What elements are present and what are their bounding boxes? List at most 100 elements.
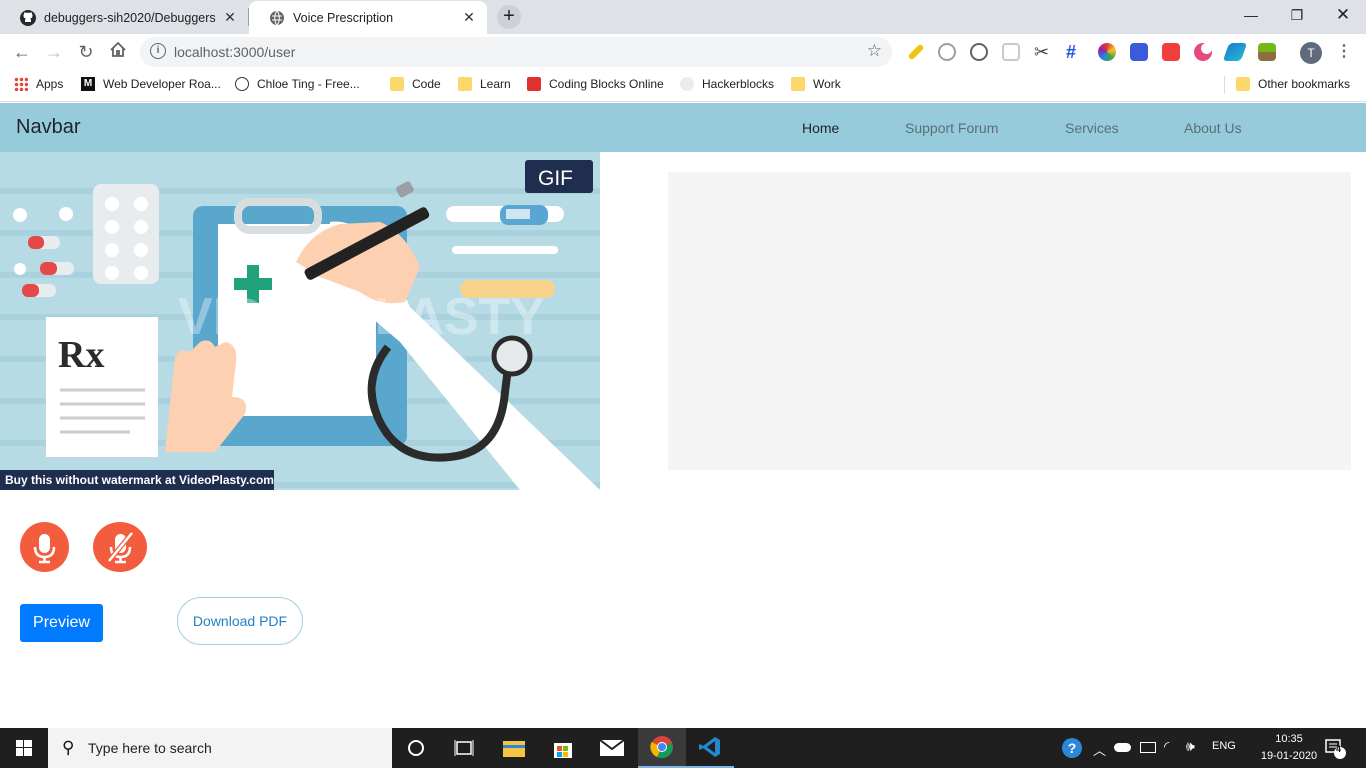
back-button[interactable]: ← [10,41,34,63]
microphone-icon [33,534,56,564]
bookmark-work[interactable]: Work [791,70,841,98]
bookmark-label: Other bookmarks [1258,77,1351,91]
volume-icon[interactable]: 🕪 [1186,738,1195,755]
highlighter-extension-icon[interactable] [907,43,925,61]
action-center-button[interactable]: 4 [1324,738,1346,759]
hash-extension-icon[interactable]: # [1066,43,1084,61]
taskbar-search[interactable]: ⚲ Type here to search [48,728,392,768]
close-window-button[interactable]: ✕ [1320,0,1366,30]
bookmark-label: Apps [36,77,64,91]
start-recording-button[interactable] [20,522,69,572]
plant-extension-icon[interactable] [1258,43,1276,61]
cortana-button[interactable] [392,728,440,768]
tab-github[interactable]: debuggers-sih2020/Debuggers ✕ [0,1,248,34]
bookmark-label: Learn [480,77,511,91]
bookmark-label: Hackerblocks [702,77,775,91]
navbar-brand[interactable]: Navbar [16,116,80,139]
transcript-output-panel [668,172,1351,470]
nav-link-services[interactable]: Services [1065,120,1119,136]
dice-extension-icon[interactable] [1162,43,1180,61]
bookmark-label: Work [813,77,841,91]
store-button[interactable] [539,728,587,768]
bookmark-learn[interactable]: Learn [458,70,511,98]
tab-voice-prescription[interactable]: Voice Prescription ✕ [249,1,487,34]
gif-badge-label: GIF [538,167,573,190]
bookmark-apps[interactable]: Apps [14,70,63,98]
download-pdf-button[interactable]: Download PDF [177,597,303,645]
vscode-taskbar-button[interactable] [686,728,734,768]
battery-icon[interactable] [1140,742,1156,753]
forward-button[interactable]: → [42,41,66,63]
clock-date[interactable]: 19-01-2020 [1258,750,1320,762]
bookmark-web-developer[interactable]: M Web Developer Roa... [81,70,221,98]
prescription-illustration-art: Rx VIDEOPLASTY GIF Buy this without wate… [0,152,600,490]
stop-recording-button[interactable] [93,522,147,572]
folder-icon [503,741,525,757]
tools-extension-icon[interactable]: ✂ [1034,43,1052,61]
medium-icon: M [81,77,95,91]
pen-extension-icon[interactable] [1222,43,1248,61]
home-icon [110,41,126,57]
store-icon [554,743,572,758]
url-text[interactable]: localhost:3000/user [174,44,295,60]
mail-button[interactable] [588,728,636,768]
show-hidden-icons-button[interactable]: ︿ [1093,740,1106,759]
onedrive-icon[interactable] [1114,743,1131,752]
bookmark-hackerblocks[interactable]: Hackerblocks [680,70,774,98]
windows-taskbar: ⚲ Type here to search ? ︿ ◜ 🕪 ENG 10:35 … [0,728,1366,768]
moon-extension-icon[interactable] [1194,43,1212,61]
folder-icon [791,77,805,91]
grid-extension-icon[interactable] [1002,43,1020,61]
nav-link-support-forum[interactable]: Support Forum [905,120,998,136]
task-view-icon [454,740,474,756]
file-explorer-button[interactable] [490,728,538,768]
new-tab-button[interactable]: + [497,5,521,29]
menu-icon[interactable]: ⋮ [1336,41,1352,61]
bookmark-divider [1224,76,1225,94]
tab-strip: debuggers-sih2020/Debuggers ✕ Voice Pres… [0,0,1366,34]
preview-button[interactable]: Preview [20,604,103,642]
tab-title: debuggers-sih2020/Debuggers [44,10,216,25]
vscode-icon [699,737,720,757]
rx-symbol: Rx [58,334,104,376]
bookmark-coding-blocks[interactable]: Coding Blocks Online [527,70,664,98]
nav-link-home[interactable]: Home [802,120,839,136]
bookmark-code[interactable]: Code [390,70,441,98]
tomato-extension-icon[interactable] [970,43,988,61]
color-picker-extension-icon[interactable] [1098,43,1116,61]
globe-icon [269,10,285,26]
task-view-button[interactable] [440,728,488,768]
bookmark-other[interactable]: Other bookmarks [1236,70,1350,98]
bookmark-label: Coding Blocks Online [549,77,664,91]
chrome-taskbar-button[interactable] [638,728,686,768]
window-extension-icon[interactable] [1130,43,1148,61]
prescription-illustration: Rx VIDEOPLASTY GIF Buy this without wate… [0,152,600,490]
address-bar[interactable]: i localhost:3000/user ☆ [140,37,892,67]
bookmarks-bar: Apps M Web Developer Roa... Chloe Ting -… [0,70,1366,102]
github-icon [20,9,36,26]
folder-icon [1236,77,1250,91]
clock-time[interactable]: 10:35 [1264,733,1314,745]
reload-button[interactable]: ↻ [74,41,98,63]
bookmark-chloe-ting[interactable]: Chloe Ting - Free... [235,70,360,98]
close-icon[interactable]: ✕ [459,9,479,26]
watermark-text: VIDEOPLASTY [178,288,545,346]
mail-icon [599,739,625,756]
person-icon [235,77,249,91]
language-indicator[interactable]: ENG [1212,740,1236,752]
minimize-button[interactable]: — [1228,0,1274,30]
home-button[interactable] [106,41,130,63]
avatar[interactable]: T [1300,42,1322,64]
star-icon[interactable]: ☆ [867,41,882,61]
start-button[interactable] [0,728,48,768]
info-icon[interactable]: i [150,43,166,59]
wifi-icon[interactable]: ◜ [1164,738,1169,755]
folder-icon [458,77,472,91]
chrome-icon [650,736,673,759]
close-icon[interactable]: ✕ [220,9,240,26]
nav-link-about-us[interactable]: About Us [1184,120,1242,136]
restore-button[interactable]: ❐ [1274,0,1320,30]
windows-logo-icon [16,740,32,756]
help-icon[interactable]: ? [1062,738,1082,758]
globe-extension-icon[interactable] [938,43,956,61]
